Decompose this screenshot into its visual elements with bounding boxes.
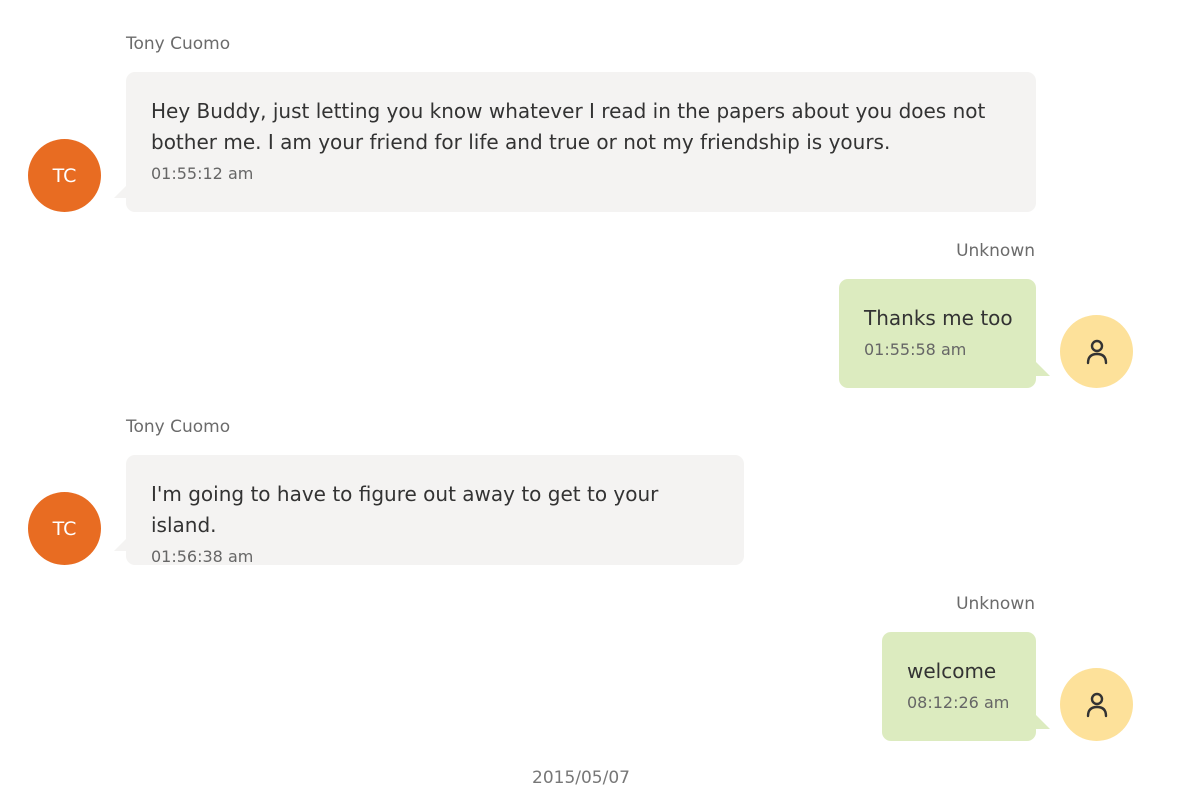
message-text: Hey Buddy, just letting you know whateve… xyxy=(151,99,986,154)
sender-name: Tony Cuomo xyxy=(126,34,231,54)
person-icon xyxy=(1086,692,1107,717)
message-text: Thanks me too xyxy=(864,306,1013,330)
sender-name: Tony Cuomo xyxy=(126,417,231,437)
message-text: welcome xyxy=(907,659,997,683)
avatar[interactable]: TC xyxy=(28,492,101,565)
message-bubble-incoming[interactable]: I'm going to have to figure out away to … xyxy=(114,455,744,566)
avatar[interactable]: TC xyxy=(28,139,101,212)
message-timestamp: 01:55:58 am xyxy=(864,340,967,359)
person-icon xyxy=(1086,339,1107,364)
message-timestamp: 01:55:12 am xyxy=(151,164,254,183)
avatar-initials: TC xyxy=(52,164,77,187)
avatar[interactable] xyxy=(1060,315,1133,388)
date-separator: 2015/05/07 xyxy=(532,768,630,788)
avatar[interactable] xyxy=(1060,668,1133,741)
message-bubble-outgoing[interactable]: welcome 08:12:26 am xyxy=(882,632,1050,741)
avatar-initials: TC xyxy=(52,517,77,540)
message-bubble-outgoing[interactable]: Thanks me too 01:55:58 am xyxy=(839,279,1050,388)
sender-name: Unknown xyxy=(956,594,1035,614)
message-timestamp: 01:56:38 am xyxy=(151,547,254,566)
message-timestamp: 08:12:26 am xyxy=(907,693,1010,712)
message-bubble-incoming[interactable]: Hey Buddy, just letting you know whateve… xyxy=(114,72,1036,212)
sender-name: Unknown xyxy=(956,241,1035,261)
message-text: I'm going to have to figure out away to … xyxy=(151,482,659,537)
